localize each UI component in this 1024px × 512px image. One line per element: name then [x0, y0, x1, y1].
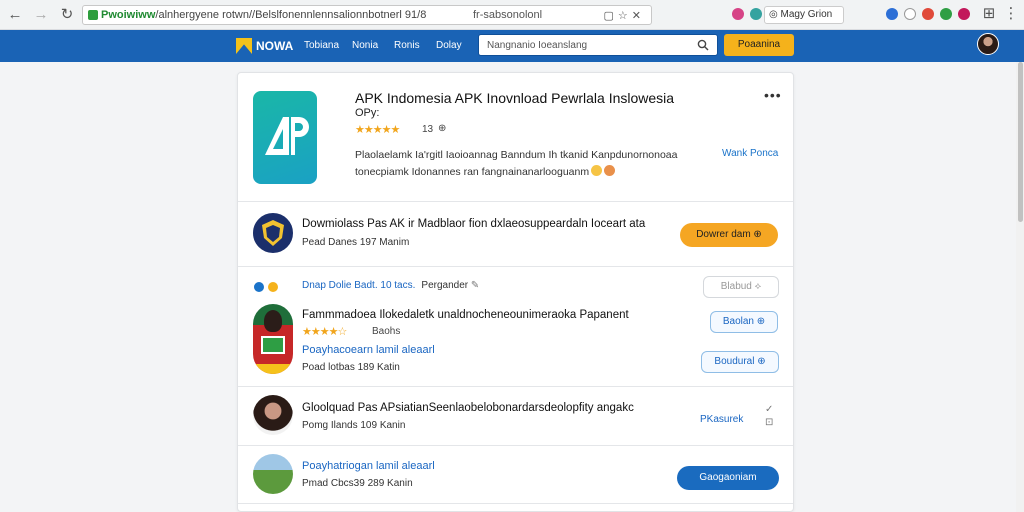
- divider: [238, 445, 793, 446]
- site-logo-text[interactable]: NOWA: [256, 39, 293, 53]
- extension-icon[interactable]: [922, 8, 934, 20]
- share-icon[interactable]: ⊕: [438, 123, 446, 134]
- scrollbar-thumb[interactable]: [1018, 62, 1023, 222]
- emoji-icon: [604, 165, 616, 176]
- app-title: APK Indomesia APK Inovnload Pewrlala Ins…: [355, 90, 675, 106]
- download-button[interactable]: Dowrer dam ⊕: [680, 223, 778, 247]
- address-bar-icons[interactable]: ▢☆✕: [604, 9, 645, 22]
- row-title[interactable]: Gloolquad Pas APsiatianSeenlaobelobonard…: [302, 402, 634, 414]
- url-fragment: fr-sabsonolonl: [473, 9, 543, 21]
- lock-icon: [88, 10, 98, 20]
- more-options-icon[interactable]: •••: [764, 87, 782, 103]
- app-detail-card: APK Indomesia APK Inovnload Pewrlala Ins…: [237, 72, 794, 512]
- side-link[interactable]: Wank Ponca: [722, 148, 778, 159]
- divider: [238, 503, 793, 504]
- landscape-thumbnail: [253, 454, 293, 494]
- extension-icon[interactable]: [750, 8, 762, 20]
- app-rating-stars: ★★★★★: [355, 124, 400, 136]
- primary-action-button[interactable]: Gaogaoniam: [677, 466, 779, 490]
- user-avatar[interactable]: [977, 33, 999, 55]
- logo-icon[interactable]: [236, 38, 252, 54]
- row-meta: Pead Danes 197 Manim: [302, 237, 410, 248]
- row-rating-label: Baohs: [372, 326, 401, 337]
- source-line: Dnap Dolie Badt. 10 tacs. Pergander ✎: [302, 280, 479, 291]
- nav-item[interactable]: Ronis: [394, 40, 420, 51]
- row-rating-stars: ★★★★☆: [302, 326, 347, 338]
- row-link[interactable]: Poayhatriogan lamil aleaarl: [302, 460, 435, 472]
- download-button[interactable]: Boudural ⊕: [701, 351, 779, 373]
- browser-toolbar: ← → ↻ Pwoiwiww/alnhergyene rotwn//Belslf…: [0, 0, 1024, 30]
- verified-icon: [254, 282, 264, 292]
- nav-item[interactable]: Tobiana: [304, 40, 339, 51]
- app-description: Plaolaelamk Ia'rgitl Iaoioannag Banndum …: [355, 147, 705, 181]
- divider: [238, 201, 793, 202]
- row-title[interactable]: Fammmadoea Ilokedaletk unaldnocheneounim…: [302, 309, 629, 321]
- row-meta: Pmad Cbcs39 289 Kanin: [302, 478, 413, 489]
- row-title[interactable]: Dowmiolass Pas AK ir Madblaor fion dxlae…: [302, 218, 645, 230]
- profile-chip[interactable]: ◎ Magy Grion: [764, 6, 844, 24]
- row-link[interactable]: Poayhacoearn lamil aleaarl: [302, 344, 435, 356]
- install-button[interactable]: Baolan ⊕: [710, 311, 778, 333]
- app-subtitle: OPy:: [355, 107, 380, 119]
- search-icon[interactable]: [697, 39, 709, 51]
- url-text: Pwoiwiww/alnhergyene rotwn//Belslfonennl…: [101, 9, 426, 21]
- emoji-icon: [591, 165, 603, 176]
- extension-icon[interactable]: [886, 8, 898, 20]
- search-placeholder: Nangnanio Ioeanslang: [487, 40, 588, 51]
- divider: [238, 266, 793, 267]
- divider: [238, 386, 793, 387]
- author-avatar: [253, 395, 293, 435]
- shield-logo-icon: [253, 213, 293, 253]
- source-text[interactable]: Dnap Dolie Badt. 10 tacs.: [302, 280, 415, 291]
- row-meta: Poad lotbas 189 Katin: [302, 362, 400, 373]
- extension-icon[interactable]: [732, 8, 744, 20]
- extension-icon[interactable]: [958, 8, 970, 20]
- nav-item[interactable]: Dolay: [436, 40, 462, 51]
- url-path: /alnhergyene rotwn//Belslfonennlennsalio…: [155, 9, 427, 21]
- app-logo-icon: [253, 91, 317, 184]
- url-domain: Pwoiwiww: [101, 9, 156, 21]
- header-action-button[interactable]: Poaanina: [724, 34, 794, 56]
- side-label[interactable]: PKasurek: [700, 414, 743, 425]
- app-description-text: Plaolaelamk Ia'rgitl Iaoioannag Banndum …: [355, 149, 678, 178]
- source-author[interactable]: Pergander: [421, 280, 468, 291]
- extensions-puzzle-icon[interactable]: ⊞: [980, 5, 998, 23]
- side-icons[interactable]: ✓ ⊡: [765, 403, 773, 429]
- disabled-action-button[interactable]: Blabud ⟡: [703, 276, 779, 298]
- profile-chip-label: Magy Grion: [780, 9, 833, 20]
- extension-icon[interactable]: [904, 8, 916, 20]
- badge-icon: [268, 282, 278, 292]
- row-meta: Pomg Ilands 109 Kanin: [302, 420, 406, 431]
- reload-icon[interactable]: ↻: [58, 6, 76, 24]
- app-thumbnail: [253, 304, 293, 374]
- site-header: NOWA Tobiana Nonia Ronis Dolay Nangnanio…: [0, 30, 1024, 62]
- app-rating-count: 13: [422, 124, 434, 135]
- edit-icon[interactable]: ✎: [471, 280, 479, 291]
- address-bar[interactable]: Pwoiwiww/alnhergyene rotwn//Belslfonennl…: [82, 5, 652, 25]
- back-arrow-icon[interactable]: ←: [6, 6, 24, 24]
- forward-arrow-icon[interactable]: →: [32, 6, 50, 24]
- extension-icon[interactable]: [940, 8, 952, 20]
- nav-item[interactable]: Nonia: [352, 40, 378, 51]
- search-input[interactable]: Nangnanio Ioeanslang: [478, 34, 718, 56]
- menu-kebab-icon[interactable]: ⋮: [1002, 5, 1020, 23]
